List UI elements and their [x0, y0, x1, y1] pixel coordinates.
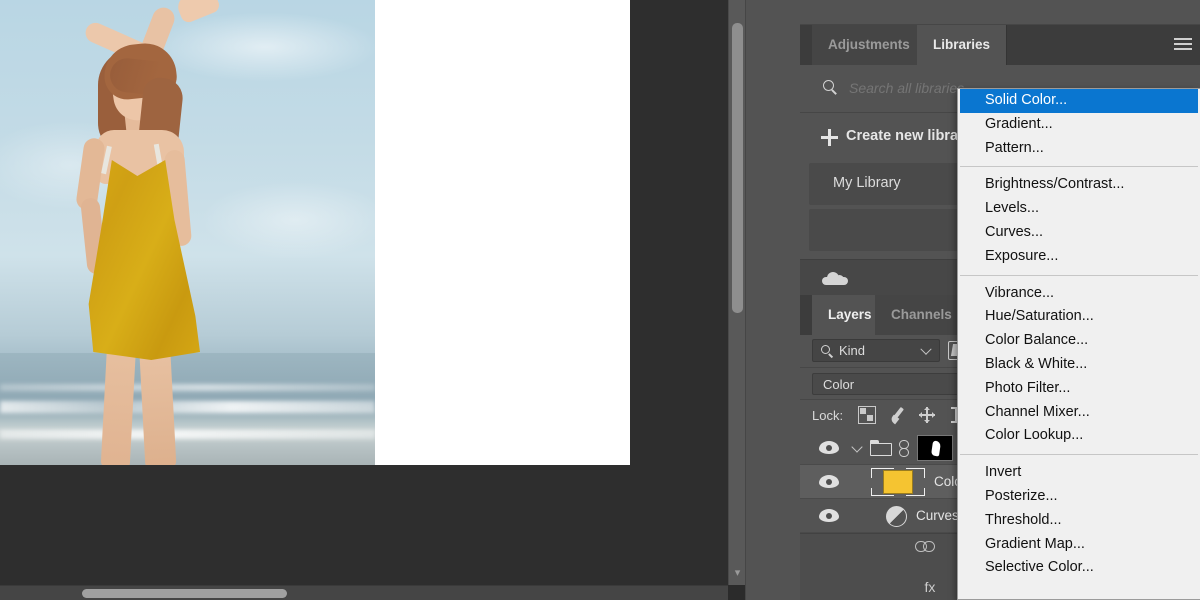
menu-separator [960, 274, 1198, 276]
solid-color-thumbnail[interactable] [870, 467, 926, 497]
lock-position-icon[interactable] [918, 406, 936, 424]
menu-item-selective-color[interactable]: Selective Color... [958, 556, 1200, 580]
cloud-icon[interactable] [822, 272, 848, 285]
menu-item-pattern[interactable]: Pattern... [958, 137, 1200, 161]
panel-tabbar: Adjustments Libraries [800, 25, 1200, 65]
menu-item-threshold[interactable]: Threshold... [958, 509, 1200, 533]
menu-item-exposure[interactable]: Exposure... [958, 245, 1200, 269]
menu-item-curves[interactable]: Curves... [958, 221, 1200, 245]
menu-item-gradient-map[interactable]: Gradient Map... [958, 533, 1200, 557]
search-icon [821, 345, 833, 358]
folder-icon [870, 440, 892, 456]
new-fill-adjustment-layer-menu[interactable]: Solid Color... Gradient... Pattern... Br… [957, 88, 1200, 600]
dock-top-strip [800, 0, 1200, 25]
plus-icon [821, 129, 838, 146]
menu-item-invert[interactable]: Invert [958, 461, 1200, 485]
document-empty-area [375, 0, 630, 465]
eye-icon[interactable] [819, 441, 839, 454]
vertical-scrollbar-thumb[interactable] [732, 23, 743, 313]
link-icon[interactable] [899, 440, 909, 457]
photoshop-window: ▾ Adjustments Libraries Create new libra… [0, 0, 1200, 600]
chevron-down-icon[interactable]: ▾ [729, 568, 746, 579]
menu-item-black-and-white[interactable]: Black & White... [958, 353, 1200, 377]
blend-mode-select[interactable]: Color [812, 373, 972, 395]
menu-item-brightness-contrast[interactable]: Brightness/Contrast... [958, 173, 1200, 197]
horizontal-scrollbar[interactable] [0, 585, 728, 600]
leg [100, 339, 137, 465]
menu-item-color-balance[interactable]: Color Balance... [958, 329, 1200, 353]
figure [0, 0, 375, 465]
curves-adjustment-icon[interactable] [886, 506, 907, 527]
layer-kind-filter[interactable]: Kind [812, 339, 940, 362]
hamburger-icon[interactable] [1174, 38, 1192, 51]
menu-item-posterize[interactable]: Posterize... [958, 485, 1200, 509]
lock-transparent-pixels-icon[interactable] [858, 406, 876, 424]
create-new-library-label: Create new library [846, 128, 972, 144]
menu-item-vibrance[interactable]: Vibrance... [958, 282, 1200, 306]
tab-channels[interactable]: Channels [875, 295, 969, 335]
menu-item-hue-saturation[interactable]: Hue/Saturation... [958, 305, 1200, 329]
tab-libraries[interactable]: Libraries [917, 25, 1008, 65]
chevron-down-icon[interactable] [920, 343, 932, 355]
eye-icon[interactable] [819, 509, 839, 522]
menu-item-levels[interactable]: Levels... [958, 197, 1200, 221]
photo-image [0, 0, 375, 465]
menu-item-channel-mixer[interactable]: Channel Mixer... [958, 401, 1200, 425]
menu-item-color-lookup[interactable]: Color Lookup... [958, 424, 1200, 448]
menu-item-gradient[interactable]: Gradient... [958, 113, 1200, 137]
lock-image-pixels-icon[interactable] [888, 406, 906, 425]
menu-separator [960, 166, 1198, 168]
link-layers-icon[interactable] [915, 541, 935, 552]
lock-label: Lock: [812, 408, 844, 423]
hand [174, 0, 222, 25]
horizontal-scrollbar-thumb[interactable] [82, 589, 287, 598]
document-window[interactable] [0, 0, 630, 465]
chevron-down-icon[interactable] [851, 441, 863, 453]
library-name: My Library [833, 175, 901, 191]
search-icon [823, 80, 837, 95]
menu-item-photo-filter[interactable]: Photo Filter... [958, 377, 1200, 401]
blend-mode-value: Color [823, 377, 855, 392]
layer-kind-label: Kind [839, 343, 866, 358]
dock-gutter [745, 0, 800, 600]
canvas-area[interactable] [0, 0, 728, 600]
menu-item-solid-color[interactable]: Solid Color... [960, 89, 1198, 113]
menu-separator [960, 454, 1198, 456]
color-swatch[interactable] [883, 470, 913, 494]
eye-icon[interactable] [819, 475, 839, 488]
fx-icon[interactable]: fx [920, 578, 940, 596]
layer-mask-thumbnail[interactable] [917, 435, 953, 461]
vertical-scrollbar[interactable]: ▾ [728, 0, 745, 585]
tab-adjustments[interactable]: Adjustments [812, 25, 927, 65]
